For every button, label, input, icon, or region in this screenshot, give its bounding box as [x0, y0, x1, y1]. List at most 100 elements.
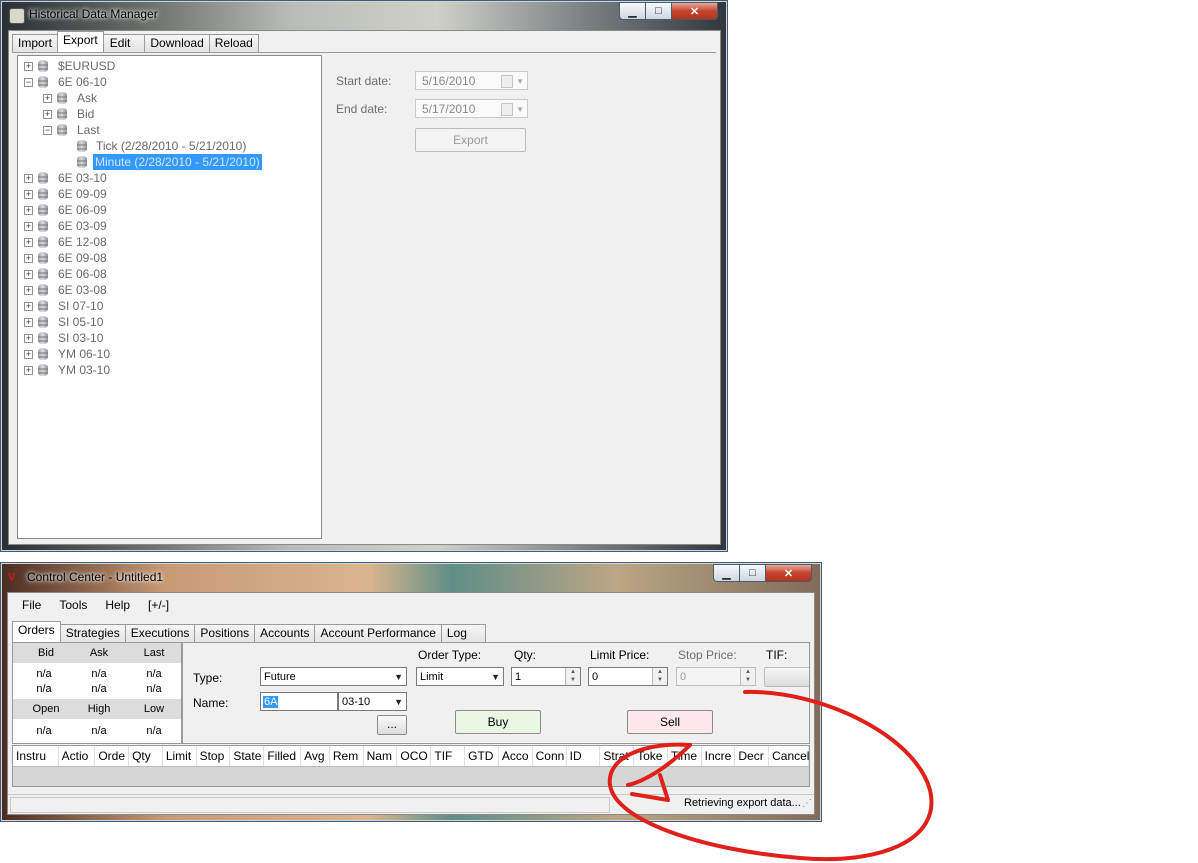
- expand-icon[interactable]: +: [24, 190, 33, 199]
- column-header[interactable]: Cancel: [769, 746, 809, 766]
- spinner-icon[interactable]: ▲ ▼: [565, 668, 580, 685]
- limit-price-stepper[interactable]: 0 ▲ ▼: [588, 667, 668, 686]
- expand-icon[interactable]: +: [24, 270, 33, 279]
- column-header[interactable]: State: [230, 746, 265, 766]
- tree-node[interactable]: + YM 06-10: [24, 346, 304, 362]
- tree-node[interactable]: +6E 09-08: [24, 250, 304, 266]
- expand-icon[interactable]: +: [24, 302, 33, 311]
- column-header[interactable]: TIF: [431, 746, 466, 766]
- spinner-icon[interactable]: ▲ ▼: [740, 668, 755, 685]
- column-header[interactable]: GTD: [465, 746, 499, 766]
- column-header[interactable]: Rem: [330, 746, 364, 766]
- column-header[interactable]: Actio: [59, 746, 96, 766]
- collapse-icon[interactable]: −: [24, 78, 33, 87]
- instrument-tree[interactable]: + $EURUSD −6E 06-10 + Ask + Bid − Last Tick …: [17, 55, 322, 539]
- sell-button[interactable]: Sell: [627, 710, 713, 734]
- tree-node[interactable]: + $EURUSD: [24, 58, 304, 74]
- column-header[interactable]: ID: [567, 746, 601, 766]
- collapse-icon[interactable]: −: [43, 126, 52, 135]
- tree-node[interactable]: + YM 03-10: [24, 362, 304, 378]
- tree-node[interactable]: Tick (2/28/2010 - 5/21/2010): [77, 138, 307, 154]
- spinner-icon[interactable]: ▲ ▼: [652, 668, 667, 685]
- column-header[interactable]: OCO: [397, 746, 432, 766]
- column-header[interactable]: Limit: [163, 746, 197, 766]
- menu-file[interactable]: File: [15, 598, 48, 612]
- maximize-button[interactable]: □: [646, 2, 672, 20]
- tab-log[interactable]: Log: [440, 624, 486, 642]
- column-header[interactable]: Qty: [129, 746, 163, 766]
- minimize-button[interactable]: ▁: [713, 564, 740, 582]
- expand-icon[interactable]: +: [24, 174, 33, 183]
- tab-export[interactable]: Export: [57, 31, 104, 52]
- column-header[interactable]: Filled: [264, 746, 302, 766]
- tab-executions[interactable]: Executions: [124, 624, 196, 642]
- expand-icon[interactable]: +: [24, 318, 33, 327]
- tab-account-performance[interactable]: Account Performance: [314, 624, 442, 642]
- expiry-select[interactable]: 03-10 ▼: [338, 692, 407, 711]
- tab-accounts[interactable]: Accounts: [254, 624, 316, 642]
- column-header[interactable]: Toke: [634, 746, 668, 766]
- close-button[interactable]: ✕: [672, 2, 718, 20]
- expand-icon[interactable]: +: [24, 206, 33, 215]
- instrument-name-input[interactable]: 6A: [260, 692, 338, 711]
- column-header[interactable]: Stop: [197, 746, 231, 766]
- expand-icon[interactable]: +: [24, 350, 33, 359]
- end-date-picker[interactable]: 5/17/2010 ▼: [415, 99, 528, 118]
- column-header[interactable]: Strat: [600, 746, 635, 766]
- tree-node[interactable]: + Ask: [43, 90, 303, 106]
- tree-node[interactable]: − Last: [43, 122, 303, 138]
- expand-icon[interactable]: +: [24, 222, 33, 231]
- tab-edit[interactable]: Edit: [102, 34, 146, 52]
- tree-node[interactable]: +6E 03-08: [24, 282, 304, 298]
- tif-select[interactable]: [764, 667, 809, 687]
- expand-icon[interactable]: +: [24, 254, 33, 263]
- expand-icon[interactable]: +: [43, 110, 52, 119]
- column-header[interactable]: Orde: [95, 746, 130, 766]
- tree-node[interactable]: +6E 03-09: [24, 218, 304, 234]
- title-bar[interactable]: Historical Data Manager ▁ □ ✕: [1, 1, 727, 29]
- column-header[interactable]: Incre: [702, 746, 736, 766]
- export-button[interactable]: Export: [415, 128, 526, 152]
- tree-node[interactable]: +6E 03-10: [24, 170, 304, 186]
- column-header[interactable]: Nam: [364, 746, 398, 766]
- menu-toggle[interactable]: [+/-]: [141, 598, 176, 612]
- expand-icon[interactable]: +: [24, 334, 33, 343]
- minimize-button[interactable]: ▁: [619, 2, 646, 20]
- tab-reload[interactable]: Reload: [208, 34, 259, 52]
- resize-grip-icon[interactable]: ⋰: [802, 798, 812, 809]
- stop-price-stepper[interactable]: 0 ▲ ▼: [676, 667, 756, 686]
- orders-grid[interactable]: Instru Actio Orde Qty Limit Stop State Filled Av…: [12, 745, 810, 787]
- title-bar[interactable]: ν Control Center - Untitled1 ▁ □ ✕: [1, 563, 821, 591]
- column-header[interactable]: Conn: [533, 746, 567, 766]
- tree-node[interactable]: +6E 12-08: [24, 234, 304, 250]
- column-header[interactable]: Instru: [13, 746, 59, 766]
- tab-orders[interactable]: Orders: [12, 621, 61, 642]
- tree-node[interactable]: + Bid: [43, 106, 303, 122]
- tab-positions[interactable]: Positions: [194, 624, 256, 642]
- expand-icon[interactable]: +: [43, 94, 52, 103]
- buy-button[interactable]: Buy: [455, 710, 541, 734]
- start-date-picker[interactable]: 5/16/2010 ▼: [415, 71, 528, 90]
- tab-import[interactable]: Import: [12, 34, 59, 52]
- column-header[interactable]: Acco: [499, 746, 533, 766]
- tree-node-selected[interactable]: Minute (2/28/2010 - 5/21/2010): [77, 154, 307, 170]
- tree-node[interactable]: + SI 03-10: [24, 330, 304, 346]
- tree-node[interactable]: +6E 09-09: [24, 186, 304, 202]
- expand-icon[interactable]: +: [24, 62, 33, 71]
- tree-node[interactable]: −6E 06-10: [24, 74, 304, 90]
- expand-icon[interactable]: +: [24, 238, 33, 247]
- maximize-button[interactable]: □: [740, 564, 766, 582]
- column-header[interactable]: Decr: [735, 746, 770, 766]
- tab-download[interactable]: Download: [144, 34, 210, 52]
- tab-strategies[interactable]: Strategies: [59, 624, 126, 642]
- tree-node[interactable]: +6E 06-09: [24, 202, 304, 218]
- close-button[interactable]: ✕: [766, 564, 812, 582]
- tree-node[interactable]: + SI 07-10: [24, 298, 304, 314]
- browse-button[interactable]: ...: [377, 715, 407, 735]
- tree-node[interactable]: +6E 06-08: [24, 266, 304, 282]
- menu-help[interactable]: Help: [98, 598, 137, 612]
- column-header[interactable]: Time: [668, 746, 702, 766]
- column-header[interactable]: Avg: [301, 746, 330, 766]
- instrument-type-select[interactable]: Future ▼: [260, 667, 407, 686]
- expand-icon[interactable]: +: [24, 366, 33, 375]
